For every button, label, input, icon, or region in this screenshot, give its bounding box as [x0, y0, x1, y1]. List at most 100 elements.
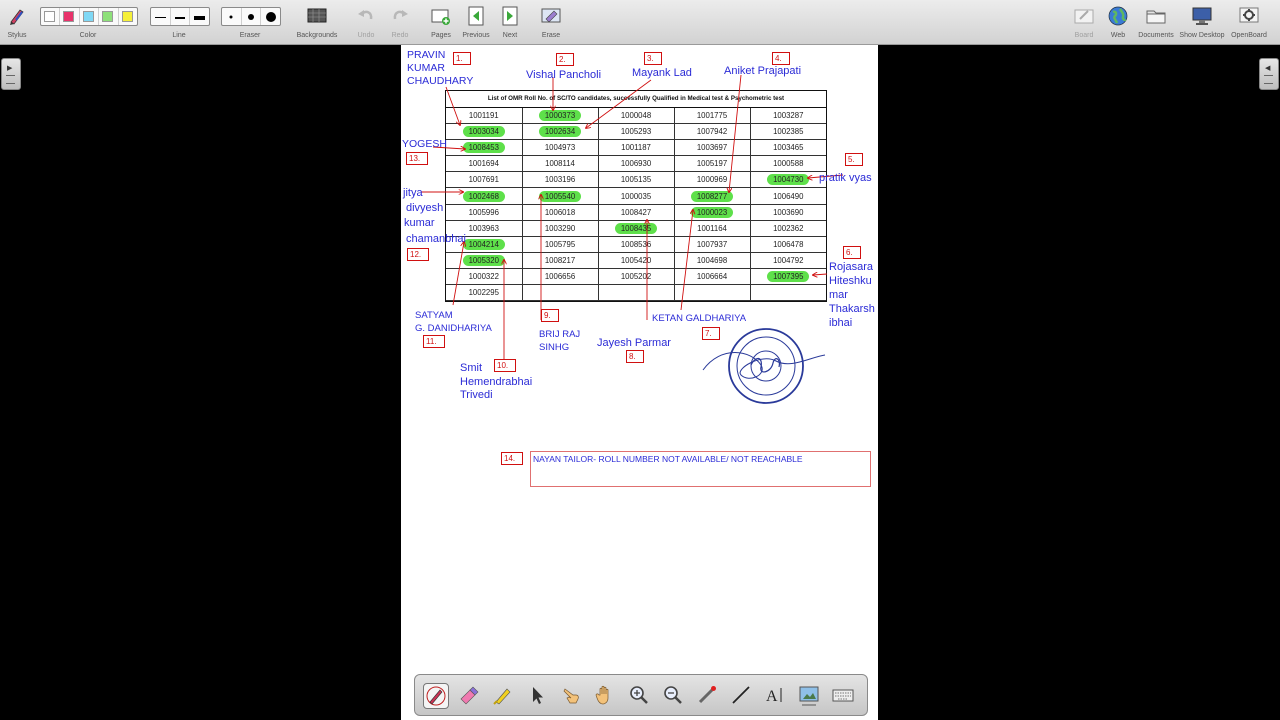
number-box-4: 4.: [772, 52, 790, 65]
note-box: NAYAN TAILOR- ROLL NUMBER NOT AVAILABLE/…: [530, 451, 871, 487]
arrow-4: [729, 74, 742, 192]
openboard-menu-button[interactable]: OpenBoard: [1230, 0, 1268, 44]
name-mayank: Mayank Lad: [632, 67, 692, 79]
cursor-arrow-icon: [533, 687, 543, 704]
redo-button[interactable]: Redo: [386, 0, 414, 44]
number-box-13: 13.: [406, 152, 429, 165]
redo-icon: [393, 10, 408, 20]
number-box-14: 14.: [501, 452, 524, 465]
previous-label: Previous: [462, 32, 490, 39]
arrow-6: [813, 274, 828, 275]
color-palette: [40, 7, 138, 26]
name-hemendrabhai: Hemendrabhai: [460, 376, 533, 388]
name-jayesh: Jayesh Parmar: [597, 337, 671, 349]
name-pravin: PRAVIN: [407, 49, 446, 61]
name-divyesh: divyesh: [406, 202, 444, 214]
eraser-group: Eraser: [219, 0, 281, 44]
line-tool-button[interactable]: [729, 683, 753, 707]
company-seal-stamp: [702, 328, 826, 404]
note-text: NAYAN TAILOR- ROLL NUMBER NOT AVAILABLE/…: [533, 454, 803, 464]
line-width-selector: [150, 7, 210, 26]
expand-arrow-icon: ▶: [7, 65, 13, 72]
show-desktop-label: Show Desktop: [1179, 32, 1225, 39]
eraser-size-selector: [221, 7, 281, 26]
backgrounds-label: Backgrounds: [296, 32, 338, 39]
line-group: Line: [148, 0, 210, 44]
previous-page-icon: [468, 6, 484, 26]
next-button[interactable]: Next: [497, 0, 523, 44]
eraser-tool-button[interactable]: [457, 683, 481, 707]
color-green[interactable]: [99, 8, 119, 25]
number-box-6: 6.: [843, 246, 861, 259]
svg-text:A: A: [766, 688, 778, 705]
eraser-medium[interactable]: [242, 8, 262, 25]
name-ketan: KETAN GALDHARIYA: [652, 313, 747, 324]
virtual-keyboard-button[interactable]: [831, 683, 855, 707]
line-medium[interactable]: [171, 8, 191, 25]
name-jitya: jitya: [403, 187, 423, 199]
number-box-11: 11.: [423, 335, 445, 348]
openboard-label: OpenBoard: [1231, 32, 1267, 39]
capture-tool-button[interactable]: [797, 683, 821, 707]
keyboard-icon: [832, 689, 854, 702]
board-page[interactable]: List of OMR Roll No. of SC/TO candidates…: [401, 45, 878, 720]
name-rojasara: Rojasara: [829, 261, 874, 273]
laser-pointer-button[interactable]: [695, 683, 719, 707]
color-white[interactable]: [41, 8, 61, 25]
name-smit: Smit: [460, 362, 482, 374]
backgrounds-button[interactable]: Backgrounds: [294, 0, 340, 44]
color-blue[interactable]: [80, 8, 100, 25]
name-trivedi: Trivedi: [460, 389, 493, 401]
arrow-3: [586, 79, 652, 128]
text-tool-button[interactable]: A: [763, 683, 787, 707]
zoom-in-button[interactable]: [627, 683, 651, 707]
color-pink[interactable]: [60, 8, 80, 25]
selector-tool-button[interactable]: [525, 683, 549, 707]
desktop-icon: [1192, 7, 1212, 25]
name-pratik: pratik vyas: [819, 172, 872, 184]
hand-tool-button[interactable]: [593, 683, 617, 707]
eraser-small[interactable]: [222, 8, 242, 25]
redo-label: Redo: [391, 32, 409, 39]
zoom-out-button[interactable]: [661, 683, 685, 707]
name-aniket: Aniket Prajapati: [724, 65, 802, 77]
web-label: Web: [1110, 32, 1126, 39]
board-icon: [1074, 9, 1094, 24]
marker-tool-button[interactable]: [491, 683, 515, 707]
right-panel-tab[interactable]: ◀: [1259, 58, 1279, 90]
next-label: Next: [502, 32, 518, 39]
erase-button[interactable]: Erase: [537, 0, 565, 44]
undo-label: Undo: [357, 32, 375, 39]
add-page-icon: [431, 9, 450, 25]
color-label: Color: [79, 32, 97, 39]
play-tool-button[interactable]: [559, 683, 583, 707]
number-box-1: 1.: [453, 52, 471, 65]
line-label: Line: [172, 32, 186, 39]
undo-button[interactable]: Undo: [352, 0, 380, 44]
name-brij: BRIJ RAJ: [539, 329, 581, 340]
web-button[interactable]: Web: [1104, 0, 1132, 44]
pen-tool-button[interactable]: [423, 683, 449, 709]
stylus-button[interactable]: Stylus: [2, 0, 32, 44]
name-hiteshku: Hiteshku: [829, 275, 872, 287]
main-toolbar: Stylus Color Line Eraser Backgrounds Und…: [0, 0, 1280, 45]
name-sinhg: SINHG: [539, 342, 570, 353]
pointing-hand-icon: [563, 688, 579, 704]
board-label: Board: [1074, 32, 1094, 39]
left-panel-tab[interactable]: ▶: [1, 58, 21, 90]
undo-icon: [358, 10, 373, 20]
previous-button[interactable]: Previous: [461, 0, 491, 44]
board-button[interactable]: Board: [1071, 0, 1097, 44]
zoom-out-icon: [664, 686, 682, 704]
documents-button[interactable]: Documents: [1138, 0, 1174, 44]
eraser-large[interactable]: [261, 8, 280, 25]
color-yellow[interactable]: [119, 8, 137, 25]
number-box-12: 12.: [407, 248, 430, 261]
line-thin[interactable]: [151, 8, 171, 25]
name-thakarsh: Thakarsh: [829, 303, 875, 315]
erase-icon: [541, 8, 561, 23]
line-thick[interactable]: [190, 8, 209, 25]
line-icon: [732, 686, 750, 704]
show-desktop-button[interactable]: Show Desktop: [1178, 0, 1226, 44]
pages-button[interactable]: Pages: [427, 0, 455, 44]
